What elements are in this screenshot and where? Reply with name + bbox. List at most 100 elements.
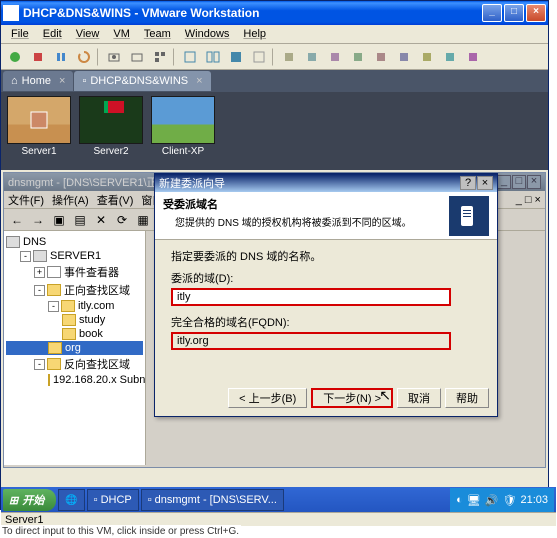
thumb-clientxp[interactable]: Client-XP bbox=[149, 96, 217, 166]
vmware-titlebar[interactable]: DHCP&DNS&WINS - VMware Workstation _ □ × bbox=[1, 1, 548, 25]
tab-vm[interactable]: ▫DHCP&DNS&WINS× bbox=[74, 71, 210, 91]
prop-icon[interactable]: ▤ bbox=[71, 211, 89, 229]
view2-icon[interactable] bbox=[203, 47, 223, 67]
taskbar-label: dnsmgmt - [DNS\SERV... bbox=[155, 494, 277, 506]
tab-close-icon[interactable]: × bbox=[196, 75, 202, 87]
tree-root[interactable]: DNS bbox=[6, 235, 143, 249]
tab-home[interactable]: ⌂Home× bbox=[3, 71, 73, 91]
thumb-server2[interactable]: Server2 bbox=[77, 96, 145, 166]
tb-icon-i[interactable] bbox=[463, 47, 483, 67]
mmc-menu-action[interactable]: 操作(A) bbox=[52, 192, 89, 208]
wizard-titlebar[interactable]: 新建委派向导 ? × bbox=[155, 174, 497, 192]
revert-icon[interactable] bbox=[127, 47, 147, 67]
thumb-label: Server1 bbox=[21, 146, 56, 157]
back-icon[interactable]: ← bbox=[8, 211, 26, 229]
tb-icon-h[interactable] bbox=[440, 47, 460, 67]
back-button[interactable]: < 上一步(B) bbox=[228, 388, 307, 408]
minimize-button[interactable]: _ bbox=[482, 4, 502, 22]
suspend-icon[interactable] bbox=[51, 47, 71, 67]
collapse-icon[interactable]: - bbox=[34, 359, 45, 370]
unity-icon[interactable] bbox=[249, 47, 269, 67]
tree-panel[interactable]: DNS -SERVER1 +事件查看器 -正向查找区域 -itly.com st… bbox=[4, 231, 146, 465]
tb-icon-d[interactable] bbox=[348, 47, 368, 67]
event-icon bbox=[47, 266, 61, 278]
tb-icon-e[interactable] bbox=[371, 47, 391, 67]
wizard-help-button[interactable]: ? bbox=[460, 176, 476, 190]
menu-help[interactable]: Help bbox=[237, 26, 272, 42]
dns-icon bbox=[6, 236, 20, 248]
tree-evt[interactable]: +事件查看器 bbox=[6, 263, 143, 281]
taskbar-dhcp[interactable]: ▫DHCP bbox=[87, 489, 139, 511]
vmware-tabbar: ⌂Home× ▫DHCP&DNS&WINS× bbox=[1, 70, 548, 92]
thumb-server1[interactable]: Server1 bbox=[5, 96, 73, 166]
tb-icon-a[interactable] bbox=[279, 47, 299, 67]
delete-icon[interactable]: ✕ bbox=[92, 211, 110, 229]
tree-study[interactable]: study bbox=[6, 313, 143, 327]
mmc-inner-close[interactable]: _ □ × bbox=[516, 194, 541, 206]
wizard-close-button[interactable]: × bbox=[477, 176, 493, 190]
vmware-app-icon bbox=[3, 5, 19, 21]
collapse-icon[interactable]: - bbox=[48, 301, 59, 312]
collapse-icon[interactable]: - bbox=[20, 251, 31, 262]
close-button[interactable]: × bbox=[526, 4, 546, 22]
mmc-maximize[interactable]: □ bbox=[512, 175, 526, 189]
fqdn-input bbox=[171, 332, 451, 350]
menu-view[interactable]: View bbox=[70, 26, 106, 42]
tab-close-icon[interactable]: × bbox=[59, 75, 65, 87]
refresh-icon[interactable]: ⟳ bbox=[113, 211, 131, 229]
tree-subnet[interactable]: 192.168.20.x Subnet bbox=[6, 373, 143, 387]
taskbar-dnsmgmt[interactable]: ▫dnsmgmt - [DNS\SERV... bbox=[141, 489, 284, 511]
mmc-minimize[interactable]: _ bbox=[497, 175, 511, 189]
view1-icon[interactable] bbox=[180, 47, 200, 67]
start-button[interactable]: ⊞开始 bbox=[3, 489, 56, 511]
mmc-menu-file[interactable]: 文件(F) bbox=[8, 192, 44, 208]
tree-book[interactable]: book bbox=[6, 327, 143, 341]
separator bbox=[272, 48, 276, 66]
tree-server[interactable]: -SERVER1 bbox=[6, 249, 143, 263]
maximize-button[interactable]: □ bbox=[504, 4, 524, 22]
quicklaunch-icon[interactable]: 🌐 bbox=[58, 489, 84, 511]
tray-icon[interactable]: 🔊 bbox=[485, 494, 499, 507]
domain-input[interactable] bbox=[171, 288, 451, 306]
forward-icon[interactable]: → bbox=[29, 211, 47, 229]
system-tray[interactable]: ◐ 🖥 🔊 🛡 21:03 bbox=[450, 488, 554, 512]
tray-icon[interactable]: ◐ bbox=[456, 494, 463, 506]
menu-windows[interactable]: Windows bbox=[179, 26, 236, 42]
tree-rev[interactable]: -反向查找区域 bbox=[6, 355, 143, 373]
tb-icon-c[interactable] bbox=[325, 47, 345, 67]
reset-icon[interactable] bbox=[74, 47, 94, 67]
separator bbox=[173, 48, 177, 66]
list-icon[interactable]: ▦ bbox=[134, 211, 152, 229]
up-icon[interactable]: ▣ bbox=[50, 211, 68, 229]
cancel-button[interactable]: 取消 bbox=[397, 388, 441, 408]
mmc-close[interactable]: × bbox=[527, 175, 541, 189]
tray-icon[interactable]: 🖥 bbox=[467, 494, 481, 507]
collapse-icon[interactable]: - bbox=[34, 285, 45, 296]
wizard-heading: 受委派域名 bbox=[163, 196, 449, 212]
tree-zone[interactable]: -itly.com bbox=[6, 299, 143, 313]
help-button[interactable]: 帮助 bbox=[445, 388, 489, 408]
next-button[interactable]: 下一步(N) > bbox=[311, 388, 393, 408]
tray-icon[interactable]: 🛡 bbox=[503, 494, 517, 507]
thumb-label: Client-XP bbox=[162, 146, 204, 157]
expand-icon[interactable]: + bbox=[34, 267, 45, 278]
tree-org[interactable]: org bbox=[6, 341, 143, 355]
menu-team[interactable]: Team bbox=[138, 26, 177, 42]
wizard-subheading: 您提供的 DNS 域的授权机构将被委派到不同的区域。 bbox=[163, 214, 449, 229]
folder-icon bbox=[47, 284, 61, 296]
power-off-icon[interactable] bbox=[28, 47, 48, 67]
menu-file[interactable]: File bbox=[5, 26, 35, 42]
clock[interactable]: 21:03 bbox=[520, 494, 548, 506]
menu-vm[interactable]: VM bbox=[107, 26, 136, 42]
snapshot-icon[interactable] bbox=[104, 47, 124, 67]
fullscreen-icon[interactable] bbox=[226, 47, 246, 67]
manage-icon[interactable] bbox=[150, 47, 170, 67]
tree-fwd[interactable]: -正向查找区域 bbox=[6, 281, 143, 299]
tb-icon-g[interactable] bbox=[417, 47, 437, 67]
server-icon bbox=[33, 250, 47, 262]
power-on-icon[interactable] bbox=[5, 47, 25, 67]
mmc-menu-view[interactable]: 查看(V) bbox=[97, 192, 134, 208]
menu-edit[interactable]: Edit bbox=[37, 26, 68, 42]
tb-icon-f[interactable] bbox=[394, 47, 414, 67]
tb-icon-b[interactable] bbox=[302, 47, 322, 67]
